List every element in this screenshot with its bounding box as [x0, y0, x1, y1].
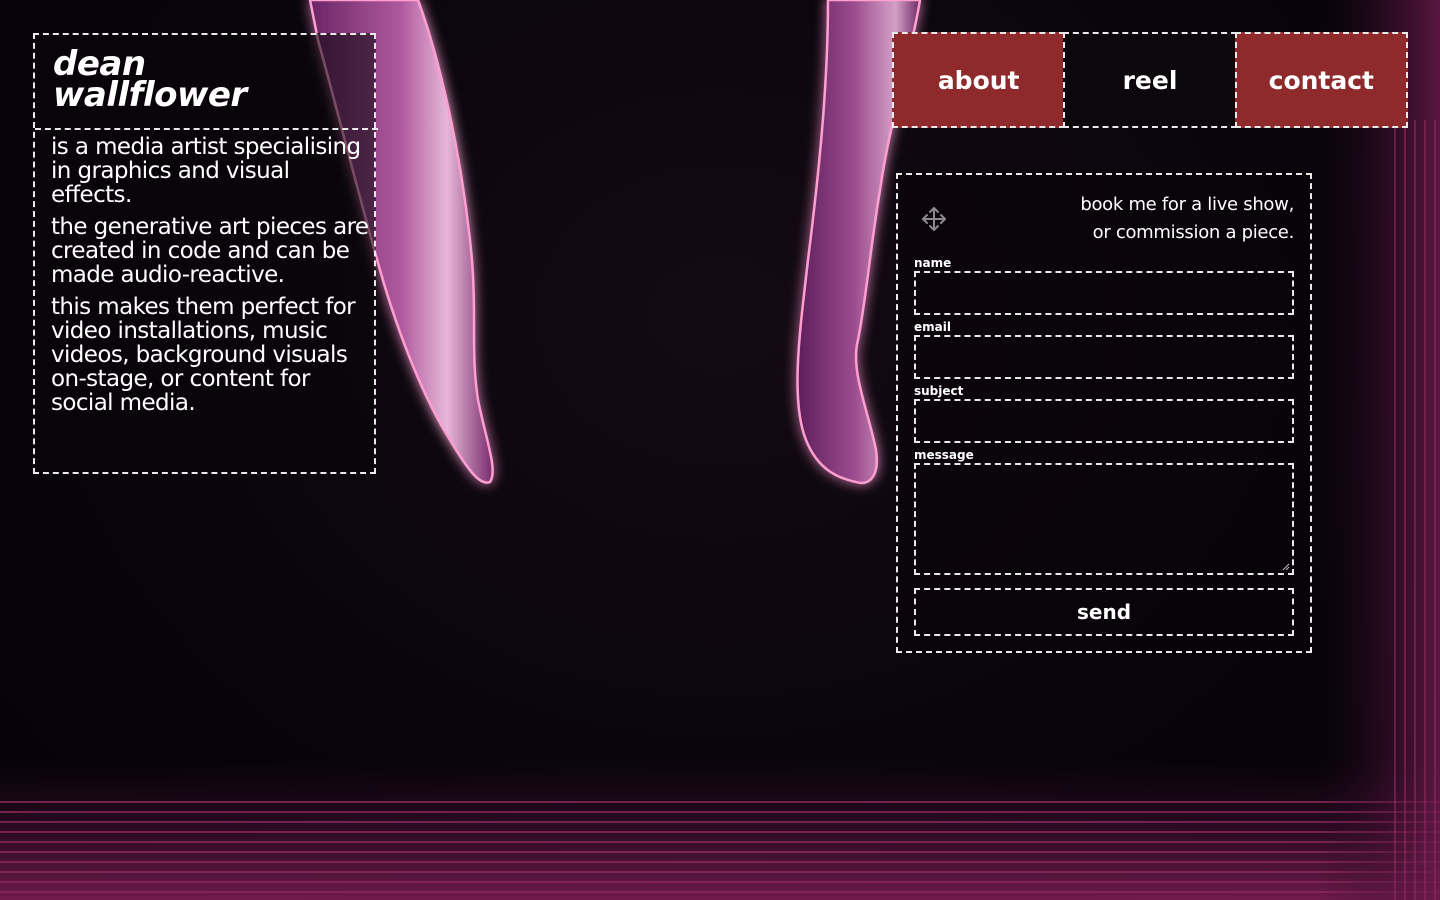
message-label: message: [914, 448, 974, 462]
intro-panel: dean wallflower is a media artist specia…: [33, 33, 378, 474]
send-button[interactable]: send: [914, 588, 1294, 636]
main-nav: about reel contact: [892, 32, 1408, 128]
site-title: dean wallflower: [35, 35, 378, 130]
email-label: email: [914, 320, 951, 334]
move-icon[interactable]: [920, 205, 948, 233]
name-label: name: [914, 256, 952, 270]
resize-grip-icon[interactable]: [1282, 563, 1290, 571]
contact-intro-text: book me for a live show, or commission a…: [1080, 191, 1294, 247]
site-title-line-2: wallflower: [53, 75, 247, 115]
contact-form-panel: book me for a live show, or commission a…: [896, 173, 1312, 653]
contact-intro-line-2: or commission a piece.: [1092, 222, 1295, 243]
nav-contact-button[interactable]: contact: [1234, 32, 1408, 128]
nav-about-button[interactable]: about: [892, 32, 1066, 128]
name-input[interactable]: [914, 271, 1294, 315]
bottom-glow: [0, 760, 1440, 900]
subject-label: subject: [914, 384, 964, 398]
intro-paragraph: the generative art pieces are created in…: [51, 214, 369, 288]
message-textarea[interactable]: [914, 463, 1294, 575]
subject-input[interactable]: [914, 399, 1294, 443]
right-glow: [1320, 0, 1440, 900]
contact-intro-line-1: book me for a live show,: [1080, 194, 1294, 215]
page-stage: dean wallflower is a media artist specia…: [0, 0, 1440, 900]
intro-text: is a media artist specialising in graphi…: [51, 135, 371, 423]
nav-reel-button[interactable]: reel: [1063, 32, 1237, 128]
email-input[interactable]: [914, 335, 1294, 379]
intro-paragraph: is a media artist specialising in graphi…: [51, 134, 361, 208]
intro-paragraph: this makes them perfect for video instal…: [51, 294, 356, 416]
